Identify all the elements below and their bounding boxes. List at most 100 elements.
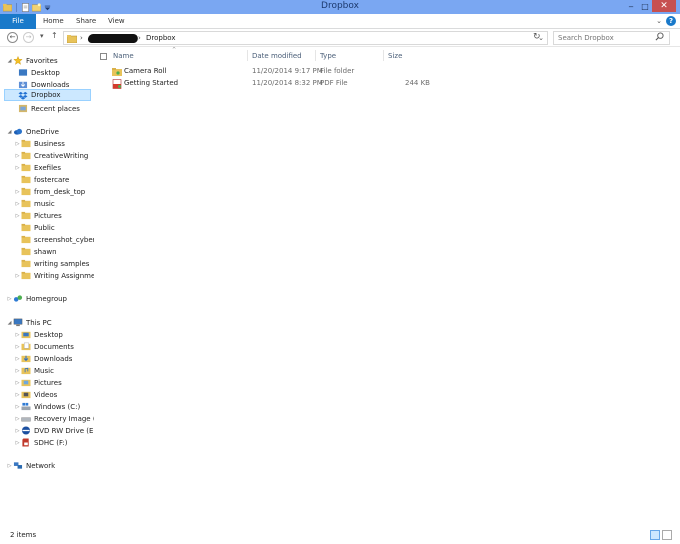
- nav-item-business[interactable]: ▷ Business: [14, 138, 94, 149]
- nav-item-creativewriting[interactable]: ▷ CreativeWriting: [14, 150, 94, 161]
- details-view-button[interactable]: [650, 530, 660, 540]
- nav-item-pictures[interactable]: ▷ Pictures: [14, 210, 94, 221]
- search-input[interactable]: [553, 31, 670, 45]
- nav-homegroup[interactable]: ▷ Homegroup: [6, 293, 94, 304]
- nav-item-pc-music[interactable]: ▷ Music: [14, 365, 94, 376]
- nav-onedrive[interactable]: ◢ OneDrive: [6, 126, 94, 137]
- nav-item-writing-assignments[interactable]: ▷Writing Assignments: [14, 270, 94, 281]
- desktop-icon: [21, 331, 31, 339]
- tab-home[interactable]: Home: [43, 14, 64, 29]
- computer-icon: [13, 318, 23, 327]
- status-bar: 2 items: [0, 525, 680, 544]
- search-icon[interactable]: [655, 32, 664, 41]
- nav-item-dvd-rw-e[interactable]: ▷DVD RW Drive (E:) C: [14, 425, 94, 436]
- recent-places-icon: [18, 104, 28, 113]
- nav-favorites[interactable]: ◢ Favorites: [6, 55, 94, 66]
- column-header-date-modified[interactable]: Date modified: [252, 52, 302, 60]
- column-divider[interactable]: [315, 50, 316, 61]
- recent-locations-icon[interactable]: ▾: [40, 32, 44, 40]
- tab-view[interactable]: View: [108, 14, 125, 29]
- expand-icon[interactable]: ▷: [14, 201, 21, 207]
- refresh-icon[interactable]: ↻: [533, 32, 541, 42]
- nav-item-pc-downloads[interactable]: ▷ Downloads: [14, 353, 94, 364]
- nav-item-pc-pictures[interactable]: ▷ Pictures: [14, 377, 94, 388]
- nav-item-pc-desktop[interactable]: ▷ Desktop: [14, 329, 94, 340]
- nav-item-screenshot-cyberjac[interactable]: screenshot_cyberjac: [14, 234, 94, 245]
- sort-ascending-icon: ^: [172, 47, 177, 53]
- column-divider[interactable]: [383, 50, 384, 61]
- breadcrumb-current[interactable]: Dropbox: [146, 34, 176, 42]
- column-header-type[interactable]: Type: [320, 52, 336, 60]
- expand-icon[interactable]: ▷: [14, 273, 21, 279]
- expand-icon[interactable]: ▷: [14, 344, 21, 350]
- nav-item-desktop[interactable]: Desktop: [18, 67, 94, 78]
- expand-icon[interactable]: ▷: [14, 141, 21, 147]
- nav-network[interactable]: ▷ Network: [6, 460, 94, 471]
- expand-icon[interactable]: ▷: [14, 368, 21, 374]
- expand-icon[interactable]: ◢: [6, 58, 13, 64]
- sd-card-icon: [22, 438, 29, 447]
- expand-icon[interactable]: ◢: [6, 129, 13, 135]
- nav-item-documents[interactable]: ▷ Documents: [14, 341, 94, 352]
- expand-icon[interactable]: ▷: [14, 440, 21, 446]
- maximize-button[interactable]: □: [638, 0, 652, 12]
- back-button[interactable]: ←: [7, 32, 18, 43]
- column-header-name[interactable]: Name: [113, 52, 134, 60]
- file-list: ^ Name Date modified Type Size Camera Ro…: [95, 47, 680, 525]
- expand-icon[interactable]: ▷: [14, 380, 21, 386]
- breadcrumb-separator[interactable]: ›: [138, 34, 141, 42]
- nav-item-windows-c[interactable]: ▷ Windows (C:): [14, 401, 94, 412]
- address-row: ← → ▾ ↑ › › Dropbox ⌄ ↻: [0, 29, 680, 47]
- network-icon: [13, 462, 23, 469]
- select-all-checkbox[interactable]: [100, 53, 107, 60]
- forward-button[interactable]: →: [23, 32, 34, 43]
- nav-item-dropbox[interactable]: Dropbox: [4, 89, 91, 101]
- minimize-button[interactable]: ‒: [624, 0, 638, 12]
- nav-item-from-desk-top[interactable]: ▷ from_desk_top: [14, 186, 94, 197]
- expand-icon[interactable]: ▷: [14, 392, 21, 398]
- videos-icon: [21, 391, 31, 399]
- close-button[interactable]: ✕: [652, 0, 676, 12]
- up-button[interactable]: ↑: [51, 31, 58, 40]
- window-controls: ‒ □ ✕: [624, 0, 676, 12]
- folder-icon: [67, 35, 77, 43]
- nav-item-public[interactable]: Public: [14, 222, 94, 233]
- expand-icon[interactable]: ▷: [14, 356, 21, 362]
- folder-icon: [21, 139, 31, 148]
- large-icons-view-button[interactable]: [662, 530, 672, 540]
- expand-icon[interactable]: ▷: [14, 416, 21, 422]
- expand-icon[interactable]: ▷: [6, 463, 13, 469]
- expand-icon[interactable]: ▷: [14, 404, 21, 410]
- folder-icon: [112, 68, 122, 76]
- folder-icon: [21, 259, 31, 268]
- windows-drive-icon: [21, 402, 31, 411]
- nav-item-recovery-d[interactable]: ▷Recovery Image (D:): [14, 413, 94, 424]
- expand-icon[interactable]: ▷: [14, 189, 21, 195]
- nav-item-writing-samples[interactable]: writing samples: [14, 258, 94, 269]
- nav-item-shawn[interactable]: shawn: [14, 246, 94, 257]
- tab-share[interactable]: Share: [76, 14, 96, 29]
- expand-icon[interactable]: ▷: [6, 296, 13, 302]
- expand-icon[interactable]: ▷: [14, 213, 21, 219]
- table-row[interactable]: Camera Roll 11/20/2014 9:17 PM File fold…: [95, 66, 680, 78]
- help-icon[interactable]: ?: [666, 16, 676, 26]
- expand-icon[interactable]: ▷: [14, 165, 21, 171]
- nav-item-recent-places[interactable]: Recent places: [18, 103, 94, 114]
- tab-file[interactable]: File: [0, 14, 36, 29]
- breadcrumb-separator[interactable]: ›: [80, 34, 83, 42]
- nav-item-fostercare[interactable]: fostercare: [14, 174, 94, 185]
- address-bar[interactable]: › › Dropbox ⌄: [63, 31, 548, 45]
- expand-icon[interactable]: ▷: [14, 428, 21, 434]
- expand-icon[interactable]: ▷: [14, 332, 21, 338]
- nav-item-exefiles[interactable]: ▷ Exefiles: [14, 162, 94, 173]
- expand-ribbon-icon[interactable]: ⌄: [656, 17, 662, 25]
- nav-this-pc[interactable]: ◢ This PC: [6, 317, 94, 328]
- nav-item-music[interactable]: ▷ music: [14, 198, 94, 209]
- nav-item-videos[interactable]: ▷ Videos: [14, 389, 94, 400]
- expand-icon[interactable]: ◢: [6, 320, 13, 326]
- column-header-size[interactable]: Size: [388, 52, 402, 60]
- expand-icon[interactable]: ▷: [14, 153, 21, 159]
- table-row[interactable]: Getting Started 11/20/2014 8:32 PM PDF F…: [95, 78, 680, 90]
- nav-item-sdhc-f[interactable]: ▷ SDHC (F:): [14, 437, 94, 448]
- column-divider[interactable]: [247, 50, 248, 61]
